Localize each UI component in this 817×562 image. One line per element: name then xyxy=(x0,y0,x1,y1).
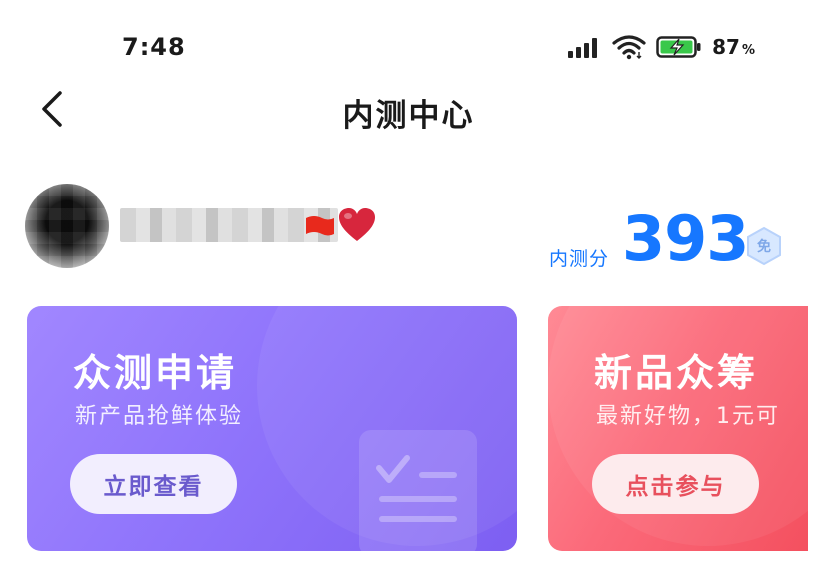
score-value: 393 xyxy=(622,202,749,275)
wifi-icon xyxy=(612,35,646,60)
signal-icon xyxy=(568,36,602,58)
card-title: 新品众筹 xyxy=(594,351,759,395)
battery-percent-value: 87 xyxy=(712,35,740,59)
page-title: 内测中心 xyxy=(342,98,475,134)
join-now-button[interactable]: 点击参与 xyxy=(592,454,759,514)
free-badge-text: 免 xyxy=(757,238,771,255)
battery-percent-unit: % xyxy=(741,43,755,58)
flag-icon xyxy=(306,216,334,236)
avatar[interactable] xyxy=(25,184,109,268)
battery-charging-icon xyxy=(656,36,701,58)
status-icons: 87% xyxy=(568,32,755,62)
battery-percentage: 87% xyxy=(712,35,755,59)
free-badge-icon[interactable]: 免 xyxy=(745,226,783,266)
new-product-crowdfunding-card[interactable]: 新品众筹 最新好物，1元可 点击参与 xyxy=(548,306,808,551)
crowd-test-apply-card[interactable]: 众测申请 新产品抢鲜体验 立即查看 xyxy=(27,306,517,551)
view-now-button[interactable]: 立即查看 xyxy=(70,454,237,514)
card-subtitle: 新产品抢鲜体验 xyxy=(75,404,244,429)
card-subtitle: 最新好物，1元可 xyxy=(596,404,780,429)
card-title: 众测申请 xyxy=(73,351,238,395)
status-time: 7:48 xyxy=(122,33,186,61)
checklist-document-icon xyxy=(359,430,477,551)
heart-icon xyxy=(339,208,375,241)
score-label: 内测分 xyxy=(549,248,610,270)
